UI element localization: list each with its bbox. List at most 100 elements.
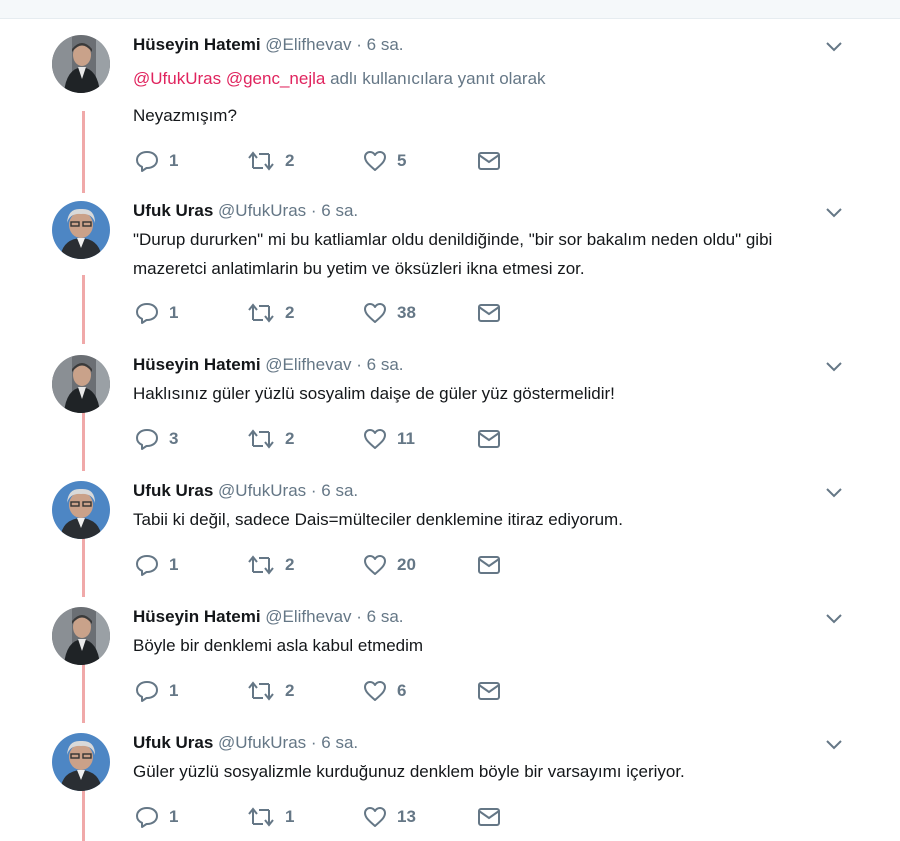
tweet-text: "Durup dururken" mi bu katliamlar oldu d…	[133, 230, 773, 278]
timestamp[interactable]: · 6 sa.	[356, 607, 403, 626]
reply-count: 3	[169, 429, 179, 448]
tweet-text: Tabii ki değil, sadece Dais=mülteciler d…	[133, 510, 623, 529]
dm-button[interactable]	[477, 553, 501, 577]
like-count: 11	[397, 429, 415, 448]
timestamp[interactable]: · 6 sa.	[356, 35, 403, 54]
retweet-button[interactable]: 2	[247, 427, 294, 451]
reply-button[interactable]: 1	[135, 149, 178, 173]
dm-button[interactable]	[477, 679, 501, 703]
heart-icon	[364, 681, 386, 701]
dm-button[interactable]	[477, 149, 501, 173]
handle[interactable]: @Elifhevav	[265, 607, 351, 626]
reply-count: 1	[169, 151, 179, 170]
timestamp[interactable]: · 6 sa.	[311, 201, 358, 220]
like-count: 5	[397, 151, 407, 170]
like-count: 13	[397, 807, 416, 826]
retweet-button[interactable]: 2	[247, 553, 294, 577]
chevron-down-icon[interactable]	[826, 487, 842, 499]
reply-count: 1	[169, 681, 179, 700]
avatar-hatemi[interactable]	[52, 607, 110, 665]
envelope-icon	[478, 682, 500, 700]
dm-button[interactable]	[477, 427, 501, 451]
dm-button[interactable]	[477, 301, 501, 325]
like-count: 6	[397, 681, 407, 700]
reply-count: 1	[169, 807, 179, 826]
dm-button[interactable]	[477, 805, 501, 829]
envelope-icon	[478, 152, 500, 170]
retweet-button[interactable]: 2	[247, 301, 294, 325]
avatar-uras[interactable]	[52, 481, 110, 539]
reply-button[interactable]: 1	[135, 301, 178, 325]
chevron-down-icon[interactable]	[826, 41, 842, 53]
mention-link[interactable]: @UfukUras	[133, 69, 221, 88]
like-button[interactable]: 13	[363, 805, 416, 829]
retweet-icon	[248, 555, 274, 575]
display-name[interactable]: Ufuk Uras	[133, 201, 213, 220]
heart-icon	[364, 303, 386, 323]
like-button[interactable]: 20	[363, 553, 416, 577]
retweet-icon	[248, 429, 274, 449]
tweet-header: Ufuk Uras @UfukUras · 6 sa.	[133, 481, 358, 503]
handle[interactable]: @UfukUras	[218, 481, 306, 500]
tweet-header: Hüseyin Hatemi @Elifhevav · 6 sa.	[133, 35, 404, 57]
chevron-down-icon[interactable]	[826, 361, 842, 373]
chevron-down-icon[interactable]	[826, 207, 842, 219]
tweet-text: Haklısınız güler yüzlü sosyalim daişe de…	[133, 384, 615, 403]
retweet-count: 2	[285, 681, 295, 700]
envelope-icon	[478, 304, 500, 322]
handle[interactable]: @Elifhevav	[265, 35, 351, 54]
avatar-hatemi[interactable]	[52, 355, 110, 413]
retweet-button[interactable]: 1	[247, 805, 294, 829]
replying-suffix: adlı kullanıcılara yanıt olarak	[330, 69, 546, 88]
display-name[interactable]: Ufuk Uras	[133, 481, 213, 500]
handle[interactable]: @UfukUras	[218, 201, 306, 220]
heart-icon	[364, 151, 386, 171]
tweet-header: Ufuk Uras @UfukUras · 6 sa.	[133, 201, 358, 223]
retweet-icon	[248, 151, 274, 171]
reply-button[interactable]: 3	[135, 427, 178, 451]
display-name[interactable]: Hüseyin Hatemi	[133, 355, 261, 374]
reply-button[interactable]: 1	[135, 679, 178, 703]
like-button[interactable]: 11	[363, 427, 415, 451]
retweet-button[interactable]: 2	[247, 149, 294, 173]
thread-line	[82, 111, 85, 193]
like-button[interactable]: 38	[363, 301, 416, 325]
avatar-hatemi[interactable]	[52, 35, 110, 93]
tweet-text: Güler yüzlü sosyalizmle kurduğunuz denkl…	[133, 762, 685, 781]
retweet-icon	[248, 807, 274, 827]
chevron-down-icon[interactable]	[826, 739, 842, 751]
mention-link[interactable]: @genc_nejla	[226, 69, 326, 88]
retweet-count: 2	[285, 429, 295, 448]
reply-icon	[136, 555, 158, 576]
timestamp[interactable]: · 6 sa.	[311, 481, 358, 500]
display-name[interactable]: Hüseyin Hatemi	[133, 607, 261, 626]
retweet-button[interactable]: 2	[247, 679, 294, 703]
like-button[interactable]: 5	[363, 149, 406, 173]
avatar-uras[interactable]	[52, 201, 110, 259]
replying-to: @UfukUras @genc_nejla adlı kullanıcılara…	[133, 69, 546, 89]
reply-icon	[136, 429, 158, 450]
display-name[interactable]: Ufuk Uras	[133, 733, 213, 752]
retweet-count: 1	[285, 807, 295, 826]
reply-button[interactable]: 1	[135, 553, 178, 577]
chevron-down-icon[interactable]	[826, 613, 842, 625]
retweet-icon	[248, 303, 274, 323]
timestamp[interactable]: · 6 sa.	[356, 355, 403, 374]
handle[interactable]: @UfukUras	[218, 733, 306, 752]
tweet-header: Hüseyin Hatemi @Elifhevav · 6 sa.	[133, 355, 404, 377]
reply-count: 1	[169, 303, 179, 322]
reply-button[interactable]: 1	[135, 805, 178, 829]
heart-icon	[364, 807, 386, 827]
retweet-count: 2	[285, 555, 295, 574]
avatar-uras[interactable]	[52, 733, 110, 791]
heart-icon	[364, 555, 386, 575]
handle[interactable]: @Elifhevav	[265, 355, 351, 374]
tweet-text: Neyazmışım?	[133, 106, 237, 125]
display-name[interactable]: Hüseyin Hatemi	[133, 35, 261, 54]
retweet-count: 2	[285, 303, 295, 322]
like-button[interactable]: 6	[363, 679, 406, 703]
tweet-text: Böyle bir denklemi asla kabul etmedim	[133, 636, 424, 655]
retweet-icon	[248, 681, 274, 701]
timestamp[interactable]: · 6 sa.	[311, 733, 358, 752]
tweet-header: Hüseyin Hatemi @Elifhevav · 6 sa.	[133, 607, 404, 629]
